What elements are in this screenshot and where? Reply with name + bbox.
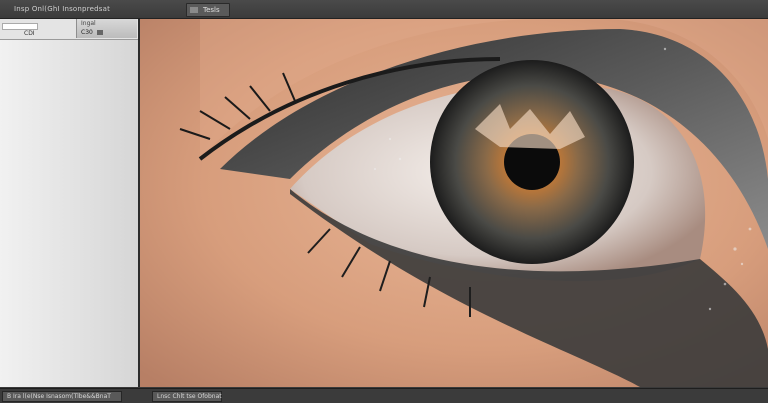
panel-button-label-bottom: C30: [81, 29, 93, 36]
side-panel: CDI Ingal C30: [0, 19, 140, 387]
status-left: B Ira l(e(Nse Isnasom(Tlbe&&BnaT: [2, 391, 122, 402]
status-bar: B Ira l(e(Nse Isnasom(Tlbe&&BnaT Lnsc Ch…: [0, 388, 768, 403]
eye-image: [140, 19, 768, 387]
image-canvas[interactable]: [140, 19, 768, 387]
panel-button[interactable]: Ingal C30: [76, 19, 137, 38]
side-panel-header: CDI Ingal C30: [0, 19, 138, 40]
field-label: CDI: [24, 30, 35, 37]
status-middle-text: Lnsc Chlt tse Ofobnat: [157, 393, 222, 400]
slider-field[interactable]: [2, 23, 38, 30]
tab-tools[interactable]: Tesls: [186, 3, 230, 17]
panel-button-label-top: Ingal: [81, 20, 96, 27]
app-title: Insp Onl(GhI Insonpredsat: [14, 5, 111, 13]
tab-label: Tesls: [203, 6, 220, 14]
top-toolbar: Insp Onl(GhI Insonpredsat Tesls: [0, 0, 768, 19]
status-middle: Lnsc Chlt tse Ofobnat: [152, 391, 222, 402]
small-square-icon: [97, 30, 103, 35]
tab-icon: [190, 7, 198, 13]
status-left-text: B Ira l(e(Nse Isnasom(Tlbe&&BnaT: [7, 393, 111, 400]
